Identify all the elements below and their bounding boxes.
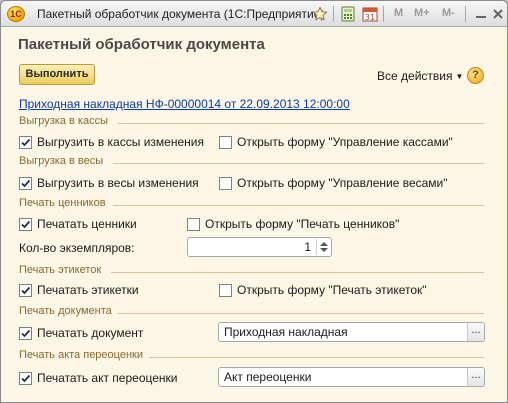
checkbox-label: Выгрузить в весы изменения <box>37 176 199 190</box>
title-bar: 1С Пакетный обработчик документа (1С:Пре… <box>1 1 507 27</box>
choose-button[interactable]: ... <box>467 323 484 341</box>
checkmark-icon[interactable] <box>19 371 32 385</box>
copies-value: 1 <box>304 240 311 254</box>
toolbar-separator <box>333 6 334 22</box>
checkbox-label: Печатать акт переоценки <box>37 371 178 385</box>
group-title-cash: Выгрузка в кассы <box>19 115 108 127</box>
field-value: Акт переоценки <box>224 370 312 384</box>
checkbox-label: Печатать ценники <box>37 217 137 231</box>
checkbox-label: Открыть форму "Печать ценников" <box>205 217 400 231</box>
all-actions-label: Все действия <box>377 69 453 83</box>
arrow-down-icon[interactable] <box>320 248 328 252</box>
checkbox-open-labels-form[interactable]: Открыть форму "Печать этикеток" <box>219 283 427 297</box>
toolbar-separator <box>465 6 466 22</box>
group-title-document: Печать документа <box>19 305 112 317</box>
favorite-star-icon[interactable] <box>311 5 329 23</box>
group-divider <box>117 313 484 314</box>
checkbox-upload-cash[interactable]: Выгрузить в кассы изменения <box>19 135 204 149</box>
arrow-up-icon[interactable] <box>320 242 328 246</box>
copies-label: Кол-во экземпляров: <box>19 241 135 255</box>
calculator-icon[interactable] <box>339 5 357 23</box>
group-title-revaluation: Печать акта переоценки <box>19 349 143 361</box>
checkmark-icon[interactable] <box>19 283 32 297</box>
checkbox-label: Печатать документ <box>37 326 144 340</box>
field-value: Приходная накладная <box>224 325 348 339</box>
checkbox-open-price-tags-form[interactable]: Открыть форму "Печать ценников" <box>187 217 399 231</box>
app-logo-icon[interactable]: 1С <box>7 6 25 22</box>
checkbox-upload-scales[interactable]: Выгрузить в весы изменения <box>19 176 199 190</box>
document-link[interactable]: Приходная накладная НФ-00000014 от 22.09… <box>19 97 350 111</box>
checkbox-print-price-tags[interactable]: Печатать ценники <box>19 217 137 231</box>
memory-minus-button[interactable]: M- <box>442 7 455 19</box>
group-divider <box>117 123 484 124</box>
choose-button[interactable]: ... <box>467 368 484 386</box>
calendar-icon[interactable]: 31 <box>361 5 379 23</box>
copies-stepper[interactable]: 1 <box>187 237 332 257</box>
checkbox-label: Печатать этикетки <box>37 283 139 297</box>
memory-button[interactable]: M <box>394 7 403 19</box>
group-divider <box>113 163 484 164</box>
group-title-scales: Выгрузка в весы <box>19 155 104 167</box>
checkmark-icon[interactable] <box>19 135 32 149</box>
checkbox-print-labels[interactable]: Печатать этикетки <box>19 283 139 297</box>
checkbox-open-cash-form[interactable]: Открыть форму "Управление кассами" <box>219 135 453 149</box>
checkbox-print-document[interactable]: Печатать документ <box>19 326 143 340</box>
checkbox-open-scales-form[interactable]: Открыть форму "Управление весами" <box>219 176 448 190</box>
checkmark-icon[interactable] <box>19 217 32 231</box>
toolbar-separator <box>383 6 384 22</box>
run-button[interactable]: Выполнить <box>19 64 95 85</box>
close-icon[interactable] <box>489 5 507 23</box>
empty-checkbox-icon[interactable] <box>219 176 232 190</box>
help-icon[interactable]: ? <box>467 67 484 84</box>
group-title-price-tags: Печать ценников <box>19 197 106 209</box>
all-actions-menu[interactable]: Все действия ▼ <box>377 69 463 83</box>
checkbox-print-revaluation[interactable]: Печатать акт переоценки <box>19 371 178 385</box>
empty-checkbox-icon[interactable] <box>187 217 200 231</box>
checkbox-label: Выгрузить в кассы изменения <box>37 135 204 149</box>
group-divider <box>149 357 484 358</box>
checkbox-label: Открыть форму "Печать этикеток" <box>237 283 427 297</box>
group-title-labels: Печать этикеток <box>19 264 102 276</box>
processor-window: 1С Пакетный обработчик документа (1С:Пре… <box>0 0 508 403</box>
minimize-icon[interactable] <box>472 5 490 23</box>
empty-checkbox-icon[interactable] <box>219 135 232 149</box>
chevron-down-icon: ▼ <box>455 72 464 81</box>
stepper-arrows[interactable] <box>316 239 330 255</box>
group-divider <box>113 205 484 206</box>
group-divider <box>111 272 484 273</box>
revaluation-print-form-field[interactable]: Акт переоценки ... <box>218 367 485 387</box>
memory-plus-button[interactable]: M+ <box>414 7 430 19</box>
empty-checkbox-icon[interactable] <box>219 283 232 297</box>
window-title: Пакетный обработчик документа (1С:Предпр… <box>37 7 325 21</box>
checkbox-label: Открыть форму "Управление весами" <box>237 176 448 190</box>
checkmark-icon[interactable] <box>19 326 32 340</box>
checkbox-label: Открыть форму "Управление кассами" <box>237 135 453 149</box>
document-print-form-field[interactable]: Приходная накладная ... <box>218 322 485 342</box>
checkmark-icon[interactable] <box>19 176 32 190</box>
form-heading: Пакетный обработчик документа <box>18 36 265 53</box>
calendar-day: 31 <box>365 13 375 22</box>
